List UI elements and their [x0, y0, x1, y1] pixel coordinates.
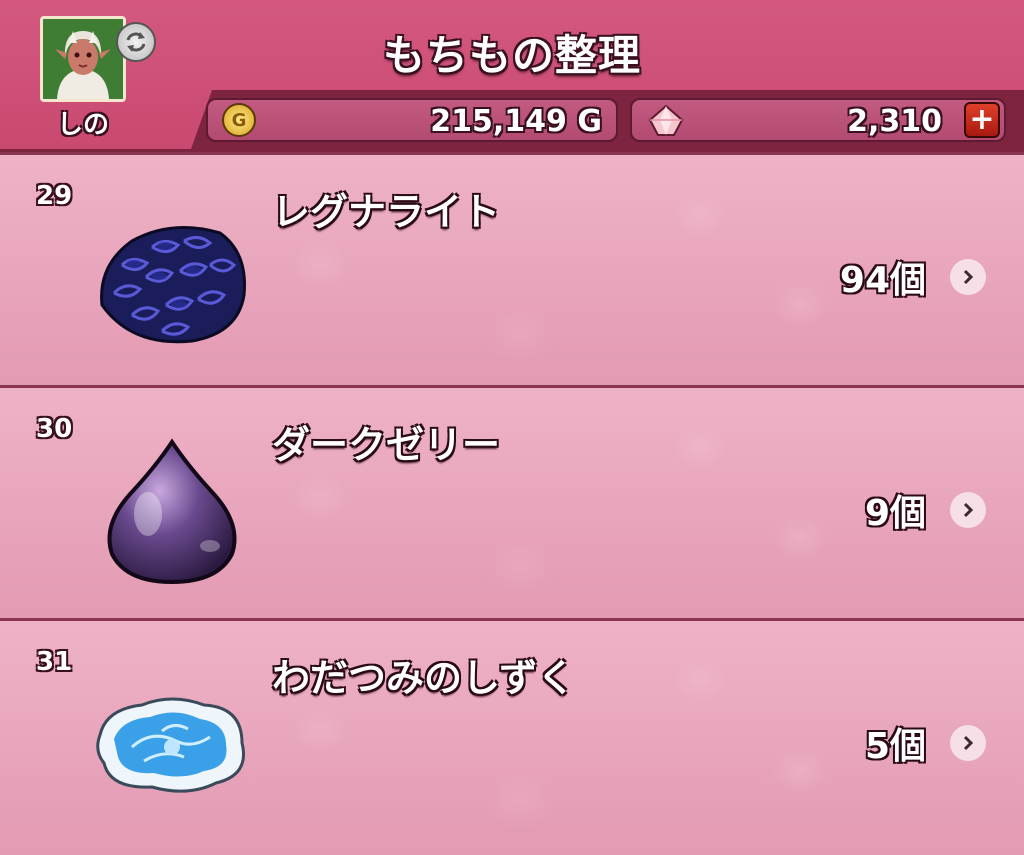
gold-coin-icon: G: [222, 103, 256, 137]
item-name: わだつみのしずく: [272, 656, 576, 700]
regnalite-ore-icon: [100, 226, 246, 344]
item-name: レグナライト: [272, 190, 501, 234]
list-item[interactable]: 31 わだつみのしずく 5個: [0, 618, 1024, 855]
header: しの もちもの整理 G 215,149 G 2,310 +: [0, 0, 1024, 152]
list-item[interactable]: 30 ダークゼリー 9個: [0, 385, 1024, 618]
item-number: 31: [36, 647, 73, 677]
chevron-right-icon[interactable]: [950, 492, 986, 528]
wadatsumi-drop-icon: [96, 697, 245, 793]
item-number: 30: [36, 414, 73, 444]
character-name: しの: [56, 110, 109, 140]
item-number: 29: [36, 181, 73, 211]
list-item[interactable]: 29 レグナライト 94個: [0, 152, 1024, 385]
gem-icon: [648, 104, 684, 136]
item-list: 29 レグナライト 94個 30 ダークゼリー 9個 31 わだつみのしずく 5…: [0, 152, 1024, 855]
item-count: 5個: [864, 726, 926, 767]
gem-amount: 2,310: [847, 104, 942, 139]
chevron-right-icon[interactable]: [950, 259, 986, 295]
dark-jelly-icon: [107, 438, 237, 585]
chevron-right-icon[interactable]: [950, 725, 986, 761]
page-title: もちもの整理: [382, 31, 641, 80]
item-name: ダークゼリー: [272, 423, 501, 467]
item-count: 94個: [839, 260, 926, 301]
gold-amount: 215,149 G: [430, 104, 602, 139]
gold-display: G 215,149 G: [206, 98, 618, 142]
add-gems-button[interactable]: +: [964, 102, 1000, 138]
gem-display: 2,310 +: [630, 98, 1006, 142]
item-count: 9個: [864, 493, 926, 534]
